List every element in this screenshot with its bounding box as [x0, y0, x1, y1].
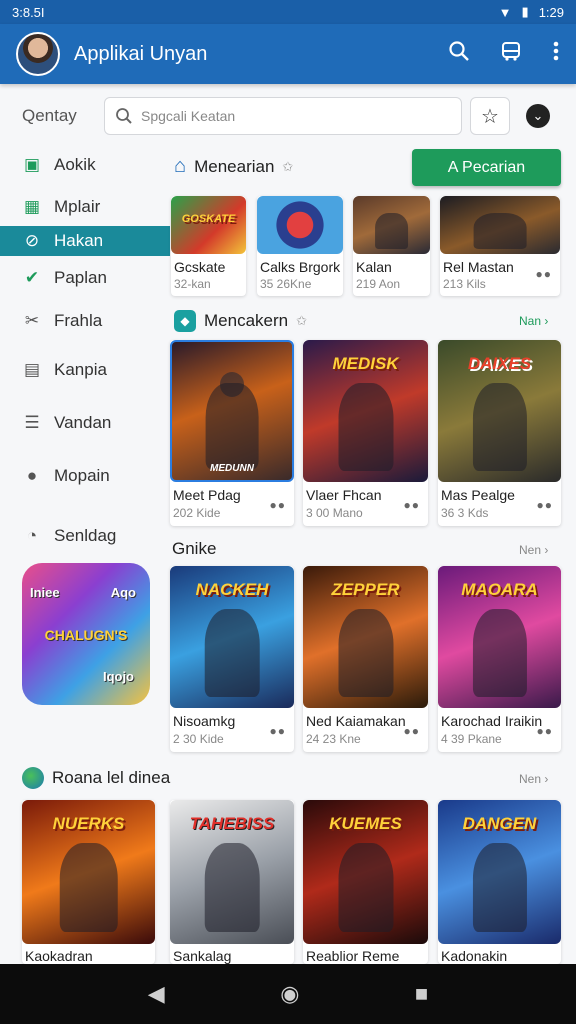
status-bar: 3:8.5I ▼ ▮ 1:29: [0, 0, 576, 24]
game-art: [353, 196, 430, 254]
list-item[interactable]: GOSKATE Gcskate 32-kan: [171, 196, 246, 296]
list-item[interactable]: NUERKS Kaokadran: [22, 800, 155, 964]
search-row: Qentay Spgcali Keatan ☆ ⌄: [0, 96, 576, 136]
see-more-link[interactable]: Nen ›: [519, 543, 548, 557]
more-vert-icon[interactable]: [552, 40, 560, 68]
list-item[interactable]: MEDUNN Meet Pdag 202 Kide ●●: [170, 340, 294, 526]
game-art: NUERKS: [22, 800, 155, 944]
app-bar: Applikai Unyan: [0, 24, 576, 84]
sidebar-item-kanpia[interactable]: ▤ Kanpia: [0, 355, 170, 385]
game-art: MAOARA: [438, 566, 561, 708]
list-item[interactable]: Calks Brgork 35 26Kne: [257, 196, 343, 296]
list-item[interactable]: MEDISK Vlaer Fhcan 3 00 Mano ●●: [303, 340, 428, 526]
game-art: MEDISK: [303, 340, 428, 482]
favorite-button[interactable]: ☆: [470, 97, 510, 135]
search-icon: [116, 108, 132, 124]
link-icon: ⊘: [24, 231, 40, 250]
briefcase-icon: ▣: [23, 155, 41, 174]
list-item[interactable]: DAIXES Mas Pealge 36 3 Kds ●●: [438, 340, 561, 526]
alert-icon: ●: [26, 466, 38, 485]
list-item[interactable]: KUEMES Reablior Reme: [303, 800, 428, 964]
app-title: Applikai Unyan: [74, 42, 208, 65]
section-header-roana: Roana lel dinea: [22, 767, 170, 789]
list-item[interactable]: DANGEN Kadonakin: [438, 800, 561, 964]
promo-tile[interactable]: Iniee Aqo CHALUGN'S Iqojo: [22, 563, 150, 705]
sidebar-item-senldag[interactable]: ◔ Senldag: [0, 521, 170, 551]
globe-icon: [22, 767, 44, 789]
games-icon: ◆: [174, 310, 196, 332]
more-dots-icon[interactable]: ●●: [270, 498, 287, 512]
grid-icon: ▦: [23, 197, 41, 216]
bag-icon: ▤: [23, 360, 41, 379]
game-art: MEDUNN: [170, 340, 294, 482]
home-icon: ⌂: [174, 155, 187, 177]
game-art: DAIXES: [438, 340, 561, 482]
sidebar-item-paplan[interactable]: ✔ Paplan: [0, 263, 170, 293]
search-label: Qentay: [22, 106, 77, 125]
more-dots-icon[interactable]: ●●: [537, 724, 554, 738]
bus-icon[interactable]: [500, 40, 522, 68]
sidebar-item-mplair[interactable]: ▦ Mplair: [0, 192, 170, 222]
game-art: ZEPPER: [303, 566, 428, 708]
battery-icon: ▮: [521, 4, 529, 19]
more-dots-icon[interactable]: ●●: [404, 498, 421, 512]
section-header-mencakern: ◆ Mencakern ✩: [174, 310, 307, 332]
game-art: [440, 196, 560, 254]
search-icon[interactable]: [448, 40, 470, 68]
star-icon: ✩: [296, 313, 308, 328]
list-item[interactable]: NACKEH Nisoamkg 2 30 Kide ●●: [170, 566, 294, 752]
star-icon: ✩: [282, 158, 294, 174]
sidebar-item-vandan[interactable]: ☰ Vandan: [0, 408, 170, 438]
sidebar-item-aokik[interactable]: ▣ Aokik: [0, 150, 170, 180]
status-time: 3:8.5I: [12, 4, 45, 20]
search-input[interactable]: Spgcali Keatan: [104, 97, 462, 135]
game-art: KUEMES: [303, 800, 428, 944]
sidebar-item-hakan[interactable]: ⊘ Hakan: [0, 226, 170, 256]
sidebar-item-frahla[interactable]: ✂ Frahla: [0, 306, 170, 336]
game-art: NACKEH: [170, 566, 294, 708]
back-icon[interactable]: ◀: [148, 981, 165, 1007]
list-item[interactable]: MAOARA Karochad Iraikin 4 39 Pkane ●●: [438, 566, 561, 752]
home-icon[interactable]: ◉: [280, 981, 299, 1007]
recents-icon[interactable]: ■: [415, 981, 428, 1007]
list-item[interactable]: ZEPPER Ned Kaiamakan 24 23 Kne ●●: [303, 566, 428, 752]
section-header-gnike: Gnike: [172, 539, 217, 558]
wifi-icon: ▼: [498, 4, 512, 20]
status-right-time: 1:29: [538, 4, 564, 20]
star-icon: ☆: [481, 105, 499, 128]
avatar[interactable]: [16, 32, 60, 76]
game-art: [257, 196, 343, 254]
list-item[interactable]: Rel Mastan 213 Kils ●●: [440, 196, 560, 296]
sidebar-item-mopain[interactable]: ● Mopain: [0, 461, 170, 491]
see-more-link[interactable]: Nen ›: [519, 772, 548, 786]
list-icon: ☰: [24, 413, 40, 432]
pecarian-button[interactable]: A Pecarian: [412, 149, 561, 186]
game-art: TAHEBISS: [170, 800, 294, 944]
section-header-menearian: ⌂ Menearian ✩: [174, 155, 294, 177]
see-more-link[interactable]: Nan ›: [519, 314, 548, 328]
more-dots-icon[interactable]: ●●: [270, 724, 287, 738]
chevron-down-icon: ⌄: [526, 104, 550, 128]
filter-button[interactable]: ⌄: [518, 97, 558, 135]
list-item[interactable]: Kalan 219 Aon: [353, 196, 430, 296]
more-dots-icon[interactable]: ●●: [537, 498, 554, 512]
system-nav-bar: ◀ ◉ ■: [0, 964, 576, 1024]
more-dots-icon[interactable]: ●●: [536, 267, 553, 281]
search-placeholder: Spgcali Keatan: [141, 108, 236, 124]
more-dots-icon[interactable]: ●●: [404, 724, 421, 738]
game-art: GOSKATE: [171, 196, 246, 254]
check-icon: ✔: [24, 268, 40, 287]
tools-icon: ✂: [24, 311, 40, 330]
game-art: DANGEN: [438, 800, 561, 944]
clock-icon: ◔: [26, 526, 38, 545]
list-item[interactable]: TAHEBISS Sankalag: [170, 800, 294, 964]
